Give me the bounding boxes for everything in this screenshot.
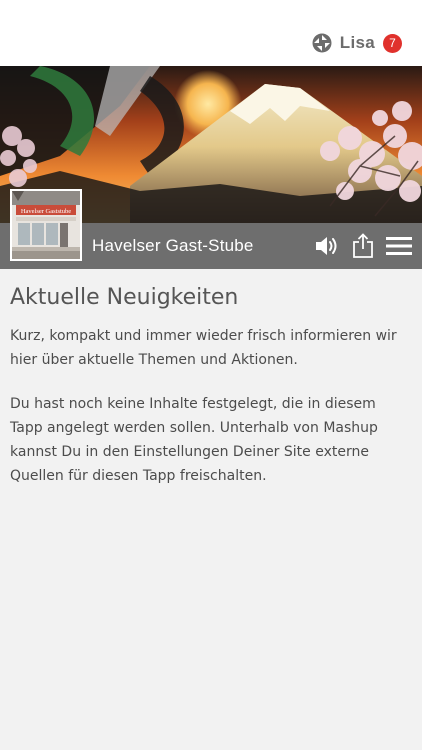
storefront-thumbnail-image: Havelser Gaststube [10,189,82,261]
thumbnail-sign-text: Havelser Gaststube [21,208,71,215]
speaker-icon[interactable] [312,223,342,269]
tapp-logo-icon [312,33,332,53]
top-bar: Lisa 7 [0,0,422,66]
user-name[interactable]: Lisa [340,33,375,53]
intro-text: Kurz, kompakt und immer wieder frisch in… [10,328,397,368]
page-heading: Aktuelle Neuigkeiten [10,285,239,310]
menu-icon[interactable] [386,223,412,269]
site-title: Havelser Gast-Stube [92,236,254,255]
news-content: Aktuelle Neuigkeiten Kurz, kompakt und i… [10,285,412,488]
empty-state-note: Du hast noch keine Inhalte festgelegt, d… [10,396,378,484]
notification-badge[interactable]: 7 [383,33,402,53]
share-icon[interactable] [350,223,376,269]
user-account-area[interactable]: Lisa 7 [312,33,402,53]
